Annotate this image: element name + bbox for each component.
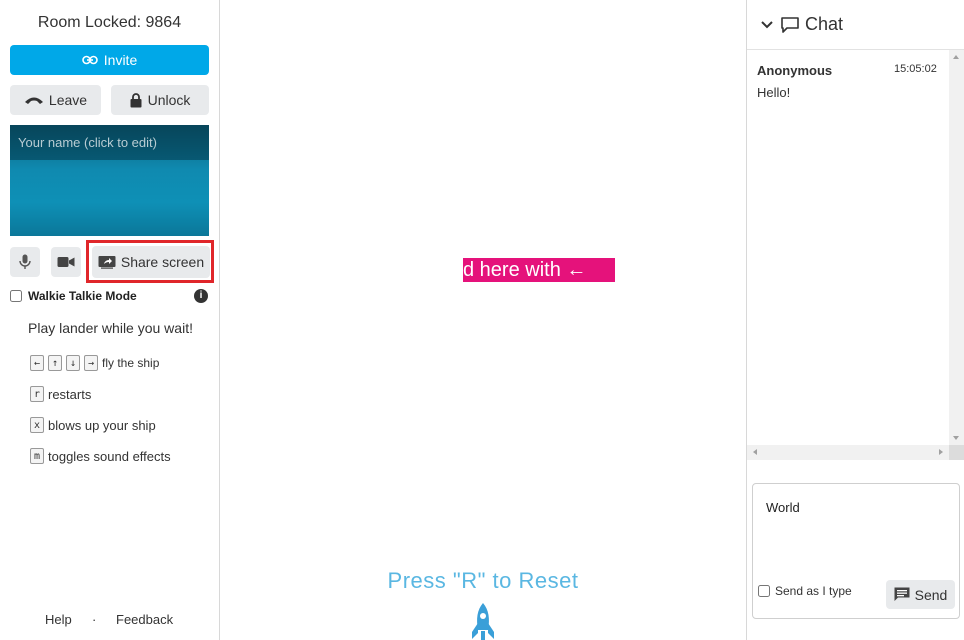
room-title: Room Locked: 9864 (37, 14, 182, 31)
vertical-scrollbar[interactable] (949, 50, 964, 445)
chat-title: Chat (805, 14, 844, 34)
footer-separator: · (92, 612, 97, 627)
send-as-i-type-toggle[interactable]: Send as I type (758, 584, 852, 598)
game-area[interactable] (220, 0, 746, 640)
share-screen-button[interactable]: Share screen (92, 246, 210, 278)
microphone-icon (19, 254, 31, 270)
link-icon (81, 55, 98, 65)
screen-share-icon (98, 255, 116, 269)
control-row-fly: ← ↑ ↓ → fly the ship (30, 355, 159, 371)
message-time: 15:05:02 (894, 63, 937, 75)
key-right: → (84, 355, 98, 371)
scrolling-banner: d here with ← (463, 258, 615, 282)
video-camera-icon (57, 256, 75, 268)
leave-button[interactable]: Leave (10, 85, 101, 115)
chat-message-list (747, 50, 949, 445)
play-lander-text: Play lander while you wait! (28, 320, 193, 336)
mic-button[interactable] (10, 247, 40, 277)
control-desc: blows up your ship (48, 417, 156, 433)
chat-header[interactable]: Chat (747, 0, 964, 50)
name-field[interactable]: Your name (click to edit) (10, 125, 209, 160)
invite-button[interactable]: Invite (10, 45, 209, 75)
key-up: ↑ (48, 355, 62, 371)
horizontal-scrollbar[interactable] (747, 445, 949, 460)
self-video-preview: Your name (click to edit) (10, 125, 209, 236)
share-screen-label: Share screen (120, 254, 205, 270)
key-down: ↓ (66, 355, 80, 371)
key-left: ← (30, 355, 44, 371)
key-x: x (30, 417, 44, 433)
rocket-icon (470, 602, 496, 640)
leave-label: Leave (48, 92, 88, 108)
control-desc: toggles sound effects (48, 448, 171, 464)
send-button[interactable]: Send (886, 580, 955, 609)
control-row-blowup: x blows up your ship (30, 417, 156, 433)
key-m: m (30, 448, 44, 464)
walkie-talkie-label: Walkie Talkie Mode (28, 289, 137, 303)
send-as-i-type-checkbox[interactable] (758, 585, 770, 597)
help-link[interactable]: Help (45, 612, 72, 627)
walkie-talkie-checkbox[interactable] (10, 290, 22, 302)
feedback-link[interactable]: Feedback (116, 612, 173, 627)
phone-hangup-icon (24, 95, 44, 105)
info-icon[interactable]: i (194, 289, 208, 303)
chevron-down-icon[interactable] (761, 20, 773, 29)
control-row-restart: r restarts (30, 386, 91, 402)
send-label: Send (914, 586, 948, 603)
control-row-sound: m toggles sound effects (30, 448, 171, 464)
send-as-i-type-label: Send as I type (775, 584, 852, 598)
press-reset-text: Press "R" to Reset (387, 568, 579, 593)
message-icon (894, 587, 910, 602)
invite-label: Invite (103, 52, 138, 68)
control-desc: fly the ship (102, 356, 160, 370)
scrollbar-corner (949, 445, 964, 460)
unlock-button[interactable]: Unlock (111, 85, 209, 115)
message-text: Hello! (757, 85, 791, 100)
walkie-talkie-toggle[interactable]: Walkie Talkie Mode (10, 289, 137, 303)
key-r: r (30, 386, 44, 402)
lock-icon (130, 92, 142, 108)
camera-button[interactable] (51, 247, 81, 277)
message-author: Anonymous (757, 63, 833, 78)
chat-input-value[interactable]: World (766, 500, 800, 515)
unlock-label: Unlock (147, 92, 191, 108)
chat-bubble-icon (781, 16, 799, 33)
control-desc: restarts (48, 386, 92, 402)
